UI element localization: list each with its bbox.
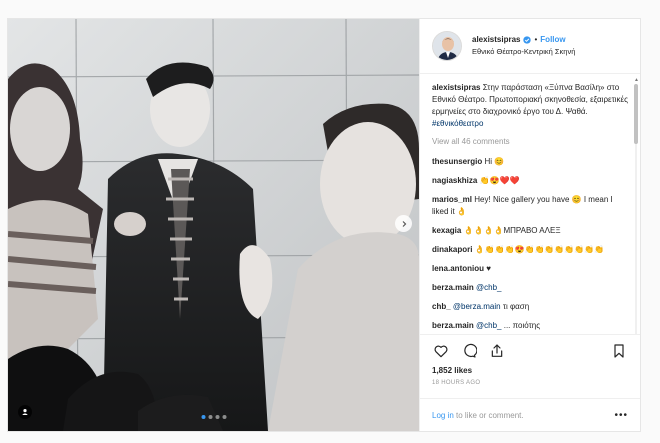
post-header: alexistsipras • Follow Εθνικό Θέατρο-Κεν… (420, 19, 640, 74)
location-link[interactable]: Εθνικό Θέατρο-Κεντρική Σκηνή (472, 46, 575, 58)
comment-username[interactable]: dinakapori (432, 245, 472, 254)
post-sidebar: alexistsipras • Follow Εθνικό Θέατρο-Κεν… (419, 19, 640, 431)
comment-icon (464, 343, 477, 358)
scroll-thumb[interactable] (634, 84, 638, 144)
view-all-comments-link[interactable]: View all 46 comments (432, 136, 628, 148)
action-bar: 1,852 likes 18 HOURS AGO (420, 334, 640, 398)
login-prompt: Log in to like or comment. ••• (420, 398, 640, 431)
comment: lena.antoniou ♥ (432, 263, 628, 275)
comment-username[interactable]: chb_ (432, 302, 451, 311)
comment-text: 👏😍❤️❤️ (479, 176, 520, 185)
theatre-photo (8, 19, 419, 431)
comment-username[interactable]: berza.main (432, 321, 474, 330)
comments-scrollbar[interactable]: ▲ ▼ (634, 78, 639, 334)
heart-icon (434, 345, 448, 358)
caption-username[interactable]: alexistsipras (432, 83, 480, 92)
comment-mention[interactable]: @berza.main (453, 302, 501, 311)
page: alexistsipras • Follow Εθνικό Θέατρο-Κεν… (0, 0, 660, 443)
next-image-button[interactable] (395, 215, 412, 232)
hashtag-link[interactable]: #εθνικόθεατρο (432, 119, 483, 128)
carousel-dot (215, 415, 219, 419)
likes-count[interactable]: 1,852 likes (432, 366, 628, 375)
chevron-right-icon (402, 220, 406, 227)
profile-photo (433, 32, 461, 60)
post-timestamp[interactable]: 18 HOURS AGO (432, 380, 628, 386)
scroll-up-icon[interactable]: ▲ (634, 78, 639, 83)
share-icon (491, 344, 503, 357)
carousel-dot (222, 415, 226, 419)
comment-username[interactable]: lena.antoniou (432, 264, 484, 273)
comment-mention[interactable]: @chb_ (476, 283, 501, 292)
comment: kexagia 👌👌👌👌ΜΠΡΑΒΟ ΑΛΕΞ (432, 225, 628, 237)
user-tag-icon (22, 409, 28, 415)
comment: marios_ml Hey! Nice gallery you have 😊 I… (432, 194, 628, 218)
comment-text: ... ποιότης (501, 321, 541, 330)
comment-username[interactable]: kexagia (432, 226, 461, 235)
separator-dot: • (534, 35, 538, 44)
comment-text: 👌👌👌👌ΜΠΡΑΒΟ ΑΛΕΞ (463, 226, 561, 235)
comment: thesunsergio Hi 😊 (432, 156, 628, 168)
comments-list[interactable]: alexistsipras Στην παράσταση «Ξύπνα Βασί… (420, 74, 640, 334)
comment-username[interactable]: marios_ml (432, 195, 472, 204)
more-options-icon[interactable]: ••• (614, 410, 628, 421)
instagram-post: alexistsipras • Follow Εθνικό Θέατρο-Κεν… (7, 18, 641, 432)
comment-username[interactable]: nagiaskhiza (432, 176, 477, 185)
verified-badge-icon (523, 36, 532, 44)
carousel-dots (201, 415, 226, 419)
comment: chb_ @berza.main τι φαση (432, 301, 628, 313)
login-suffix: to like or comment. (453, 410, 524, 420)
user-tag-button[interactable] (18, 405, 32, 419)
like-button[interactable] (432, 342, 450, 360)
comment: berza.main @chb_ (432, 282, 628, 294)
comment-text: Hi 😊 (484, 157, 505, 166)
comment-button[interactable] (460, 342, 478, 360)
comment-username[interactable]: thesunsergio (432, 157, 482, 166)
share-button[interactable] (488, 342, 506, 360)
username[interactable]: alexistsipras (472, 34, 520, 46)
comment-text: τι φαση (500, 302, 530, 311)
carousel-dot (201, 415, 205, 419)
comment-text: 👌👏👏👏😍👏👏👏👏👏👏👏👏 (474, 245, 605, 254)
comment-username[interactable]: berza.main (432, 283, 474, 292)
comment-mention[interactable]: @chb_ (476, 321, 501, 330)
bookmark-icon (614, 344, 624, 358)
post-image[interactable] (8, 19, 419, 431)
login-link[interactable]: Log in (432, 411, 454, 420)
comment: dinakapori 👌👏👏👏😍👏👏👏👏👏👏👏👏 (432, 244, 628, 256)
avatar[interactable] (432, 31, 462, 61)
follow-button[interactable]: Follow (540, 34, 565, 46)
comment: nagiaskhiza 👏😍❤️❤️ (432, 175, 628, 187)
comment-text: ♥ (486, 264, 491, 273)
carousel-dot (208, 415, 212, 419)
save-button[interactable] (610, 342, 628, 360)
caption: alexistsipras Στην παράσταση «Ξύπνα Βασί… (432, 82, 628, 130)
comment: berza.main @chb_ ... ποιότης (432, 320, 628, 332)
